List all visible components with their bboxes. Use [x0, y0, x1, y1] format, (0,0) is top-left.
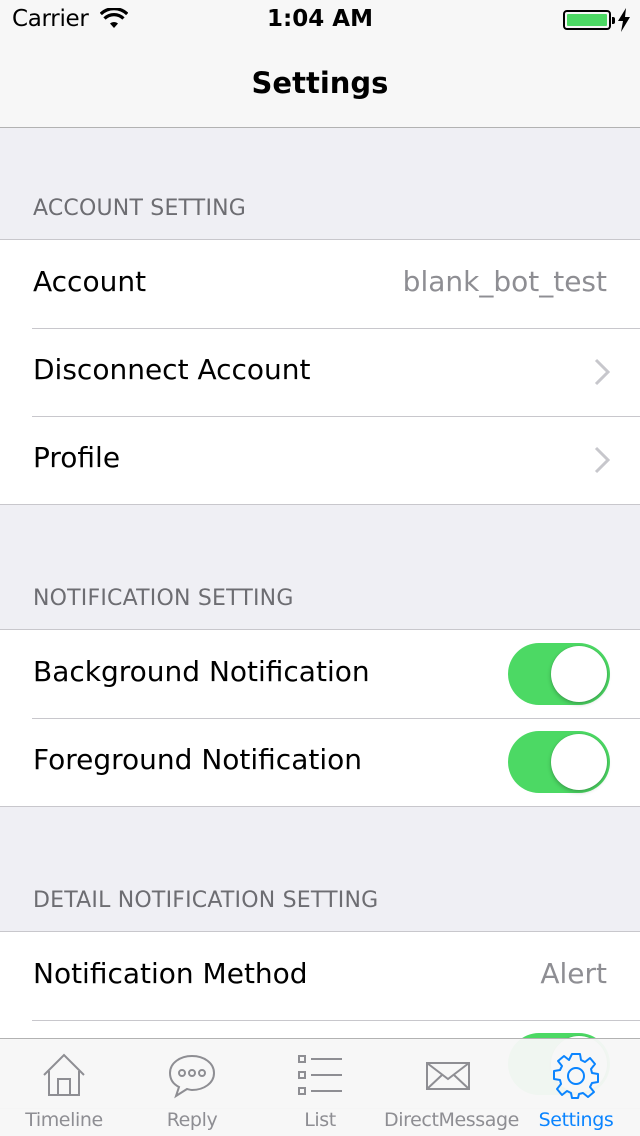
foreground-notification-toggle[interactable] — [508, 731, 610, 793]
tab-timeline[interactable]: Timeline — [0, 1039, 128, 1136]
tab-label: List — [304, 1109, 336, 1131]
account-label: Account — [33, 265, 147, 298]
background-notification-row: Background Notification — [0, 630, 640, 718]
list-icon — [298, 1055, 342, 1095]
clock: 1:04 AM — [267, 6, 373, 32]
foreground-notification-row: Foreground Notification — [0, 718, 640, 806]
gear-icon — [553, 1053, 599, 1099]
tab-bar: Timeline Reply List DirectMessage Settin… — [0, 1038, 640, 1136]
notification-method-label: Notification Method — [33, 957, 308, 990]
page-title: Settings — [251, 66, 389, 100]
tab-settings[interactable]: Settings — [512, 1039, 640, 1136]
chevron-right-icon — [594, 446, 610, 474]
background-notification-label: Background Notification — [33, 655, 370, 688]
disconnect-account-label: Disconnect Account — [33, 353, 311, 386]
section-header-notification: NOTIFICATION SETTING — [33, 586, 294, 611]
foreground-notification-label: Foreground Notification — [33, 743, 362, 776]
notification-method-row[interactable]: Notification Method Alert — [0, 932, 640, 1020]
notification-settings-group: Background Notification Foreground Notif… — [0, 629, 640, 807]
background-notification-toggle[interactable] — [508, 643, 610, 705]
profile-row[interactable]: Profile — [0, 416, 640, 504]
tab-label: DirectMessage — [384, 1109, 519, 1131]
profile-label: Profile — [33, 441, 121, 474]
envelope-icon — [426, 1062, 470, 1090]
chevron-right-icon — [594, 358, 610, 386]
disconnect-account-row[interactable]: Disconnect Account — [0, 328, 640, 416]
tab-label: Reply — [166, 1109, 218, 1131]
account-row[interactable]: Account blank_bot_test — [0, 240, 640, 328]
battery-icon — [563, 10, 615, 30]
status-bar: Carrier 1:04 AM — [0, 0, 640, 40]
tab-label: Timeline — [25, 1109, 103, 1131]
navigation-bar: Settings — [0, 40, 640, 128]
charging-bolt-icon — [618, 8, 630, 32]
tab-label: Settings — [538, 1109, 614, 1131]
tab-direct-message[interactable]: DirectMessage — [384, 1039, 519, 1136]
speech-bubble-icon — [168, 1054, 216, 1099]
section-header-account: ACCOUNT SETTING — [33, 196, 247, 221]
section-header-detail-notification: DETAIL NOTIFICATION SETTING — [33, 888, 379, 913]
notification-method-value: Alert — [540, 957, 607, 990]
tab-reply[interactable]: Reply — [128, 1039, 256, 1136]
account-settings-group: Account blank_bot_test Disconnect Accoun… — [0, 239, 640, 505]
tab-list[interactable]: List — [256, 1039, 384, 1136]
account-value: blank_bot_test — [402, 265, 607, 298]
house-icon — [43, 1053, 85, 1096]
